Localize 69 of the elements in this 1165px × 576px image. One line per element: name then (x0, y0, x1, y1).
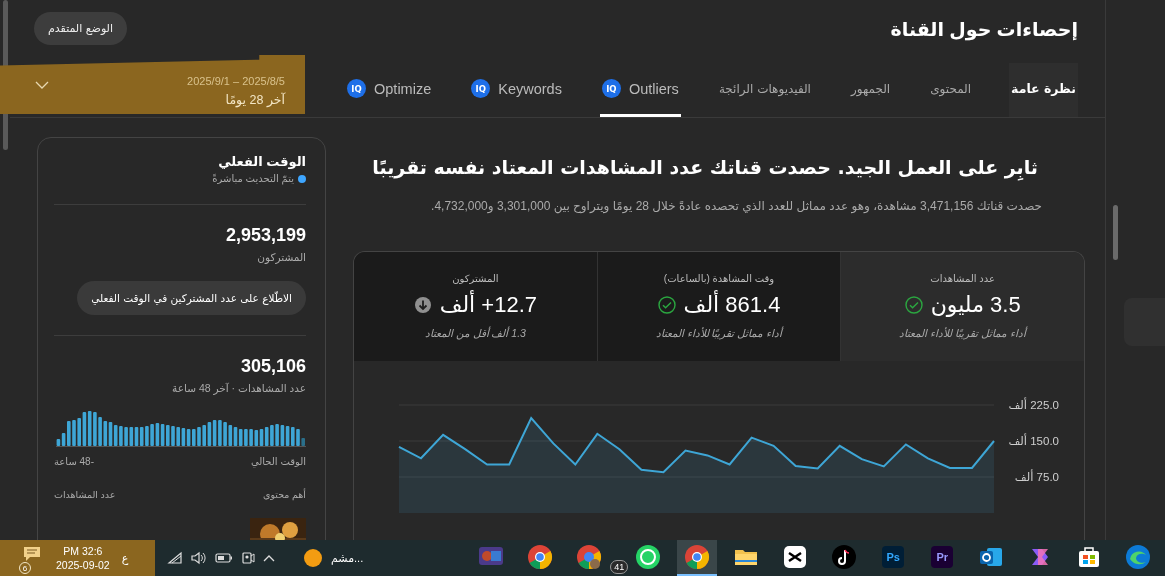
views-label: عدد المشاهدات · آخر 48 ساعة (171, 382, 306, 394)
chevron-up-icon[interactable] (263, 554, 275, 562)
card-title: الوقت الفعلي (217, 154, 306, 169)
check-circle-icon (904, 296, 923, 314)
extension-badge: IQ (347, 79, 366, 98)
axis-label: -48 ساعة (54, 456, 94, 467)
chevron-down-icon (35, 80, 49, 89)
metric-value: 3.5 مليون (930, 292, 1021, 318)
metric-note: أداء مماثل تقريبًا للأداء المعتاد (899, 327, 1026, 339)
metric-label: المشتركون (452, 273, 499, 284)
metric-value: 861.4 ألف (683, 292, 781, 318)
volume-icon[interactable] (191, 551, 207, 565)
metric-note: أداء مماثل تقريبًا للأداء المعتاد (655, 327, 783, 339)
tab[interactable]: IQ Keywords (469, 63, 564, 117)
chat-bubble-icon (634, 543, 663, 571)
note-icon (830, 543, 859, 571)
page-title: إحصاءات حول القناة (890, 18, 1078, 41)
subscriber-label: المشتركون (256, 251, 306, 263)
chrome-icon (683, 543, 712, 571)
metric-card[interactable]: وقت المشاهدة (بالساعات) 861.4 ألف أداء مماثل تقريبًا للأداء المعتاد (596, 252, 841, 361)
live-status: يتمّ التحديث مباشرةً (212, 173, 294, 184)
view-count: 305,106 (239, 356, 306, 377)
metric-card[interactable]: عدد المشاهدات 3.5 مليون أداء مماثل تقريبًا للأداء المعتاد (840, 252, 1084, 361)
taskbar-app[interactable]: Ps (873, 540, 914, 576)
column-header: عدد المشاهدات (54, 489, 116, 500)
axis-label: الوقت الحالي (250, 456, 306, 467)
chrome-icon (575, 543, 604, 571)
tab[interactable]: الفيديوهات الرائجة (716, 63, 813, 117)
date-period: آخر 28 يومًا (224, 91, 285, 107)
extension-badge: IQ (471, 79, 491, 98)
wave-icon (1124, 543, 1153, 571)
realtime-subscribers-button[interactable]: الاطّلاع على عدد المشتركين في الوقت الفعلي (77, 281, 306, 315)
weather-widget[interactable]: مشم... (303, 548, 364, 568)
arrow-down-circle-icon (413, 296, 432, 314)
axis-label: 150.0 ألف (1008, 435, 1059, 447)
metric-value: 12.7+ ألف (439, 292, 537, 318)
message-icon (23, 546, 41, 562)
language-indicator[interactable]: ع (121, 551, 129, 565)
taskbar-app[interactable] (677, 540, 718, 576)
tab[interactable]: الجمهور (848, 63, 893, 117)
tab[interactable]: المحتوى (928, 63, 974, 117)
advanced-mode-button[interactable]: الوضع المتقدم (34, 12, 128, 45)
axis-label: 75.0 ألف (1014, 471, 1059, 483)
battery-icon[interactable] (215, 552, 233, 564)
check-circle-icon (657, 296, 676, 314)
live-dot-icon (298, 174, 306, 183)
chrome-icon (526, 543, 555, 571)
subscriber-count: 2,953,199 (224, 225, 306, 246)
metric-card[interactable]: المشتركون 12.7+ ألف 1.3 ألف أقل من المعتاد (354, 252, 597, 361)
description: حصدت قناتك 3,471,156 مشاهدة، وهو عدد مماثل للعدد الذي تحصده عادةً خلال 28 يومًا ويتراوح بين 3,301,000 و4,732,000. (430, 198, 1043, 213)
tab[interactable]: نظرة عامة (1009, 63, 1078, 117)
extension-badge: IQ (601, 79, 621, 98)
clock-time: PM 32:6 (63, 545, 103, 557)
sun-icon (303, 548, 323, 568)
tab[interactable]: IQ Optimize (345, 63, 434, 117)
app-tile-label: Ps (885, 551, 901, 563)
taskbar-app[interactable]: Pr (922, 540, 963, 576)
count-badge: 41 (610, 560, 629, 574)
date-range: 2025/8/5 – 2025/9/1 (187, 74, 285, 87)
metric-label: عدد المشاهدات (930, 273, 996, 284)
column-header: أهم محتوى (262, 489, 306, 500)
tab[interactable]: IQ Outliers (599, 63, 681, 117)
app-tile-label: Pr (935, 551, 950, 563)
scrollbar[interactable] (1113, 205, 1118, 260)
metric-label: وقت المشاهدة (بالساعات) (663, 273, 775, 284)
clock-date: 2025-09-02 (56, 559, 110, 571)
axis-label: 225.0 ألف (1008, 399, 1059, 411)
camera-icon[interactable] (241, 551, 255, 565)
metric-note: 1.3 ألف أقل من المعتاد (424, 327, 526, 339)
